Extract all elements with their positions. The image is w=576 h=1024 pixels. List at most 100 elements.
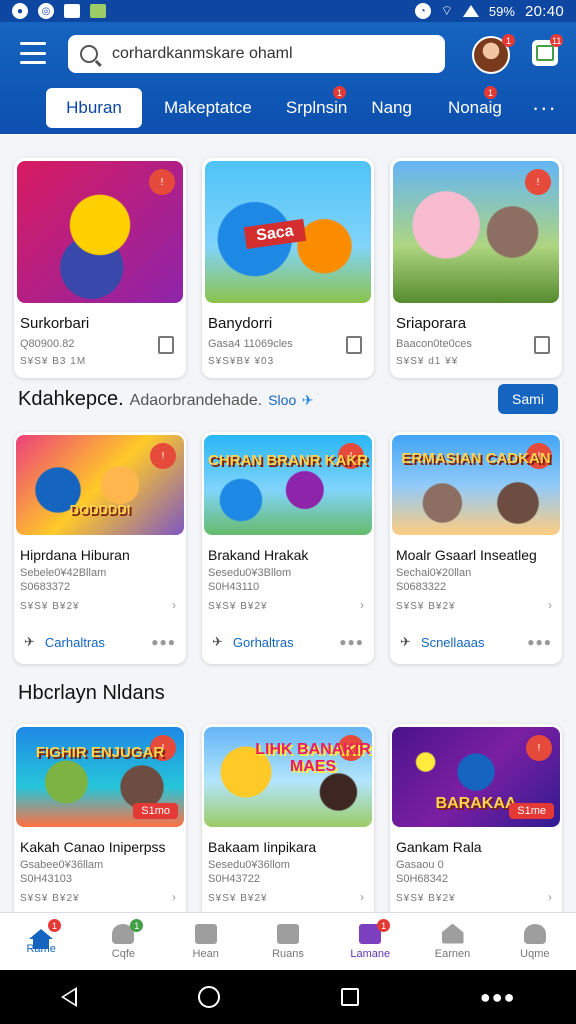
nav-label: Hean bbox=[192, 947, 219, 960]
nav-hean[interactable]: Hean bbox=[165, 913, 247, 970]
back-icon[interactable] bbox=[60, 987, 77, 1007]
action-label: Carhaltras bbox=[44, 634, 105, 650]
chevron-right-icon[interactable]: › bbox=[548, 890, 552, 904]
card-meta: S¥S¥ d1 ¥¥ bbox=[396, 356, 459, 367]
app-badge: 11 bbox=[550, 34, 564, 47]
status-bar: ● ◎ ◔ ⌔ 59% 20:40 bbox=[0, 0, 576, 22]
price-tag: S1me bbox=[509, 803, 554, 819]
hot-badge: ! bbox=[149, 169, 175, 195]
recent-apps-icon[interactable] bbox=[340, 988, 359, 1006]
section-title: Kdahkepce. bbox=[18, 388, 124, 410]
chevron-right-icon[interactable]: › bbox=[360, 598, 364, 612]
card-meta: S¥S¥ B¥2¥ bbox=[20, 893, 80, 904]
game-card[interactable]: ! Sriaporara Baacon0te0ces S¥S¥ d1 ¥¥ bbox=[390, 158, 562, 378]
pin-icon: ✈ bbox=[24, 634, 35, 649]
person-icon bbox=[523, 923, 546, 944]
hot-badge: ! bbox=[526, 735, 552, 761]
tab-makeptatce[interactable]: Makeptatce bbox=[164, 88, 252, 128]
game-card[interactable]: ! ERMASIAN CADKAN Moalr Gsaarl Inseatleg… bbox=[390, 432, 562, 664]
game-row: ! DODDDDI Hiprdana Hiburan Sebele0¥42Bll… bbox=[14, 432, 562, 664]
game-card[interactable]: ! LIHK BANAKIR MAES Bakaam Iinpikara Ses… bbox=[202, 724, 374, 920]
game-thumbnail: ! bbox=[17, 161, 183, 303]
nav-label: Earnen bbox=[434, 947, 471, 960]
nav-lamane[interactable]: Lamane 1 bbox=[329, 913, 411, 970]
section-subtitle: Adaorbrandehade. bbox=[129, 392, 263, 409]
content-area: ! Surkorbari Q80900.82 S¥S¥ B3 1M Saca B… bbox=[0, 134, 576, 920]
signal-icon bbox=[462, 5, 479, 17]
avatar-badge: 1 bbox=[502, 34, 515, 47]
nav-cafe[interactable]: Cqfe 1 bbox=[82, 913, 164, 970]
thumbnail-logo: ERMASIAN CADKAN bbox=[401, 450, 551, 467]
tab-hburan[interactable]: Hburan bbox=[46, 88, 142, 128]
game-card[interactable]: ! BARAKAA S1me Gankam Rala Gasaou 0 S0H6… bbox=[390, 724, 562, 920]
chevron-right-icon[interactable]: › bbox=[172, 598, 176, 612]
tab-badge: 1 bbox=[333, 86, 346, 99]
menu-button[interactable] bbox=[20, 42, 46, 64]
game-card[interactable]: ! Surkorbari Q80900.82 S¥S¥ B3 1M bbox=[14, 158, 186, 378]
sync-icon: ◎ bbox=[38, 3, 54, 19]
card-action[interactable]: ✈ Scnellaaas ●●● bbox=[400, 634, 552, 650]
card-meta: S¥S¥ B¥2¥ bbox=[20, 601, 80, 612]
bookmark-icon[interactable] bbox=[534, 336, 550, 354]
hot-badge: ! bbox=[525, 169, 551, 195]
pin-icon: ✈ bbox=[212, 634, 223, 649]
system-navigation: ●●● bbox=[0, 970, 576, 1024]
section-title: Hbcrlayn Nldans bbox=[18, 682, 165, 704]
thumbnail-sign: Saca bbox=[243, 218, 307, 250]
app-header: 1 11 Hburan Makeptatce Srplnsin Nang Non… bbox=[0, 22, 576, 134]
game-card[interactable]: ! DODDDDI Hiprdana Hiburan Sebele0¥42Bll… bbox=[14, 432, 186, 664]
more-icon[interactable]: ●●● bbox=[339, 635, 364, 649]
card-subtitle: Gasaou 0 bbox=[396, 859, 444, 871]
chevron-right-icon[interactable]: › bbox=[548, 598, 552, 612]
card-subtitle: Sechai0¥20llan bbox=[396, 567, 472, 579]
section-link[interactable]: Sloo bbox=[268, 392, 296, 408]
game-card[interactable]: Saca Banydorri Gasa4 11069cles S¥S¥B¥ ¥0… bbox=[202, 158, 374, 378]
see-all-button[interactable]: Sami bbox=[498, 384, 558, 414]
nav-badge: 1 bbox=[48, 919, 61, 932]
pin-icon: ✈ bbox=[400, 634, 411, 649]
game-thumbnail: ! FIGHIR ENJUGAR S1mo bbox=[16, 727, 184, 827]
card-meta: S¥S¥B¥ ¥03 bbox=[208, 356, 275, 367]
more-tabs-button[interactable]: ··· bbox=[532, 95, 557, 121]
chevron-right-icon[interactable]: › bbox=[172, 890, 176, 904]
nav-ruans[interactable]: Ruans bbox=[247, 913, 329, 970]
card-title: Kakah Canao Iniperpss bbox=[20, 839, 166, 855]
chevron-right-icon[interactable]: › bbox=[360, 890, 364, 904]
card-meta: S¥S¥ B¥2¥ bbox=[208, 601, 268, 612]
more-icon[interactable]: ●●● bbox=[480, 987, 516, 1008]
game-card[interactable]: ! CHRAN BRANR KAKR Brakand Hrakak Sesedu… bbox=[202, 432, 374, 664]
bookmark-icon[interactable] bbox=[346, 336, 362, 354]
nav-label: Uqme bbox=[520, 947, 550, 960]
card-price: S0683372 bbox=[20, 581, 71, 593]
card-price: S0683322 bbox=[396, 581, 447, 593]
search-icon bbox=[80, 45, 98, 63]
home-button-icon[interactable] bbox=[197, 986, 220, 1008]
nav-profile[interactable]: Uqme bbox=[494, 913, 576, 970]
search-bar[interactable] bbox=[68, 35, 445, 73]
nav-home[interactable]: Rame 1 bbox=[0, 913, 82, 970]
nav-earnen[interactable]: Earnen bbox=[411, 913, 493, 970]
search-input[interactable] bbox=[112, 45, 433, 63]
app-notification-icon bbox=[90, 4, 106, 18]
card-action[interactable]: ✈ Gorhaltras ●●● bbox=[212, 634, 364, 650]
game-thumbnail: ! bbox=[393, 161, 559, 303]
card-title: Hiprdana Hiburan bbox=[20, 547, 130, 563]
house-icon bbox=[441, 923, 464, 944]
more-icon[interactable]: ●●● bbox=[527, 635, 552, 649]
card-title: Surkorbari bbox=[20, 315, 90, 332]
bookmark-icon[interactable] bbox=[158, 336, 174, 354]
more-icon[interactable]: ●●● bbox=[151, 635, 176, 649]
bird-icon: ✈ bbox=[301, 392, 314, 408]
card-subtitle: Sesedu0¥3Bllom bbox=[208, 567, 292, 579]
card-meta: S¥S¥ B3 1M bbox=[20, 356, 87, 367]
thumbnail-logo: DODDDDI bbox=[69, 502, 131, 517]
game-row: ! FIGHIR ENJUGAR S1mo Kakah Canao Iniper… bbox=[14, 724, 562, 920]
card-title: Brakand Hrakak bbox=[208, 547, 309, 563]
tab-nang[interactable]: Nang bbox=[371, 88, 412, 128]
card-subtitle: Gsabee0¥36llam bbox=[20, 859, 104, 871]
game-card[interactable]: ! FIGHIR ENJUGAR S1mo Kakah Canao Iniper… bbox=[14, 724, 186, 920]
card-action[interactable]: ✈ Carhaltras ●●● bbox=[24, 634, 176, 650]
game-thumbnail: ! DODDDDI bbox=[16, 435, 184, 535]
nav-label: Lamane bbox=[350, 947, 391, 960]
card-price: S0H68342 bbox=[396, 873, 448, 885]
